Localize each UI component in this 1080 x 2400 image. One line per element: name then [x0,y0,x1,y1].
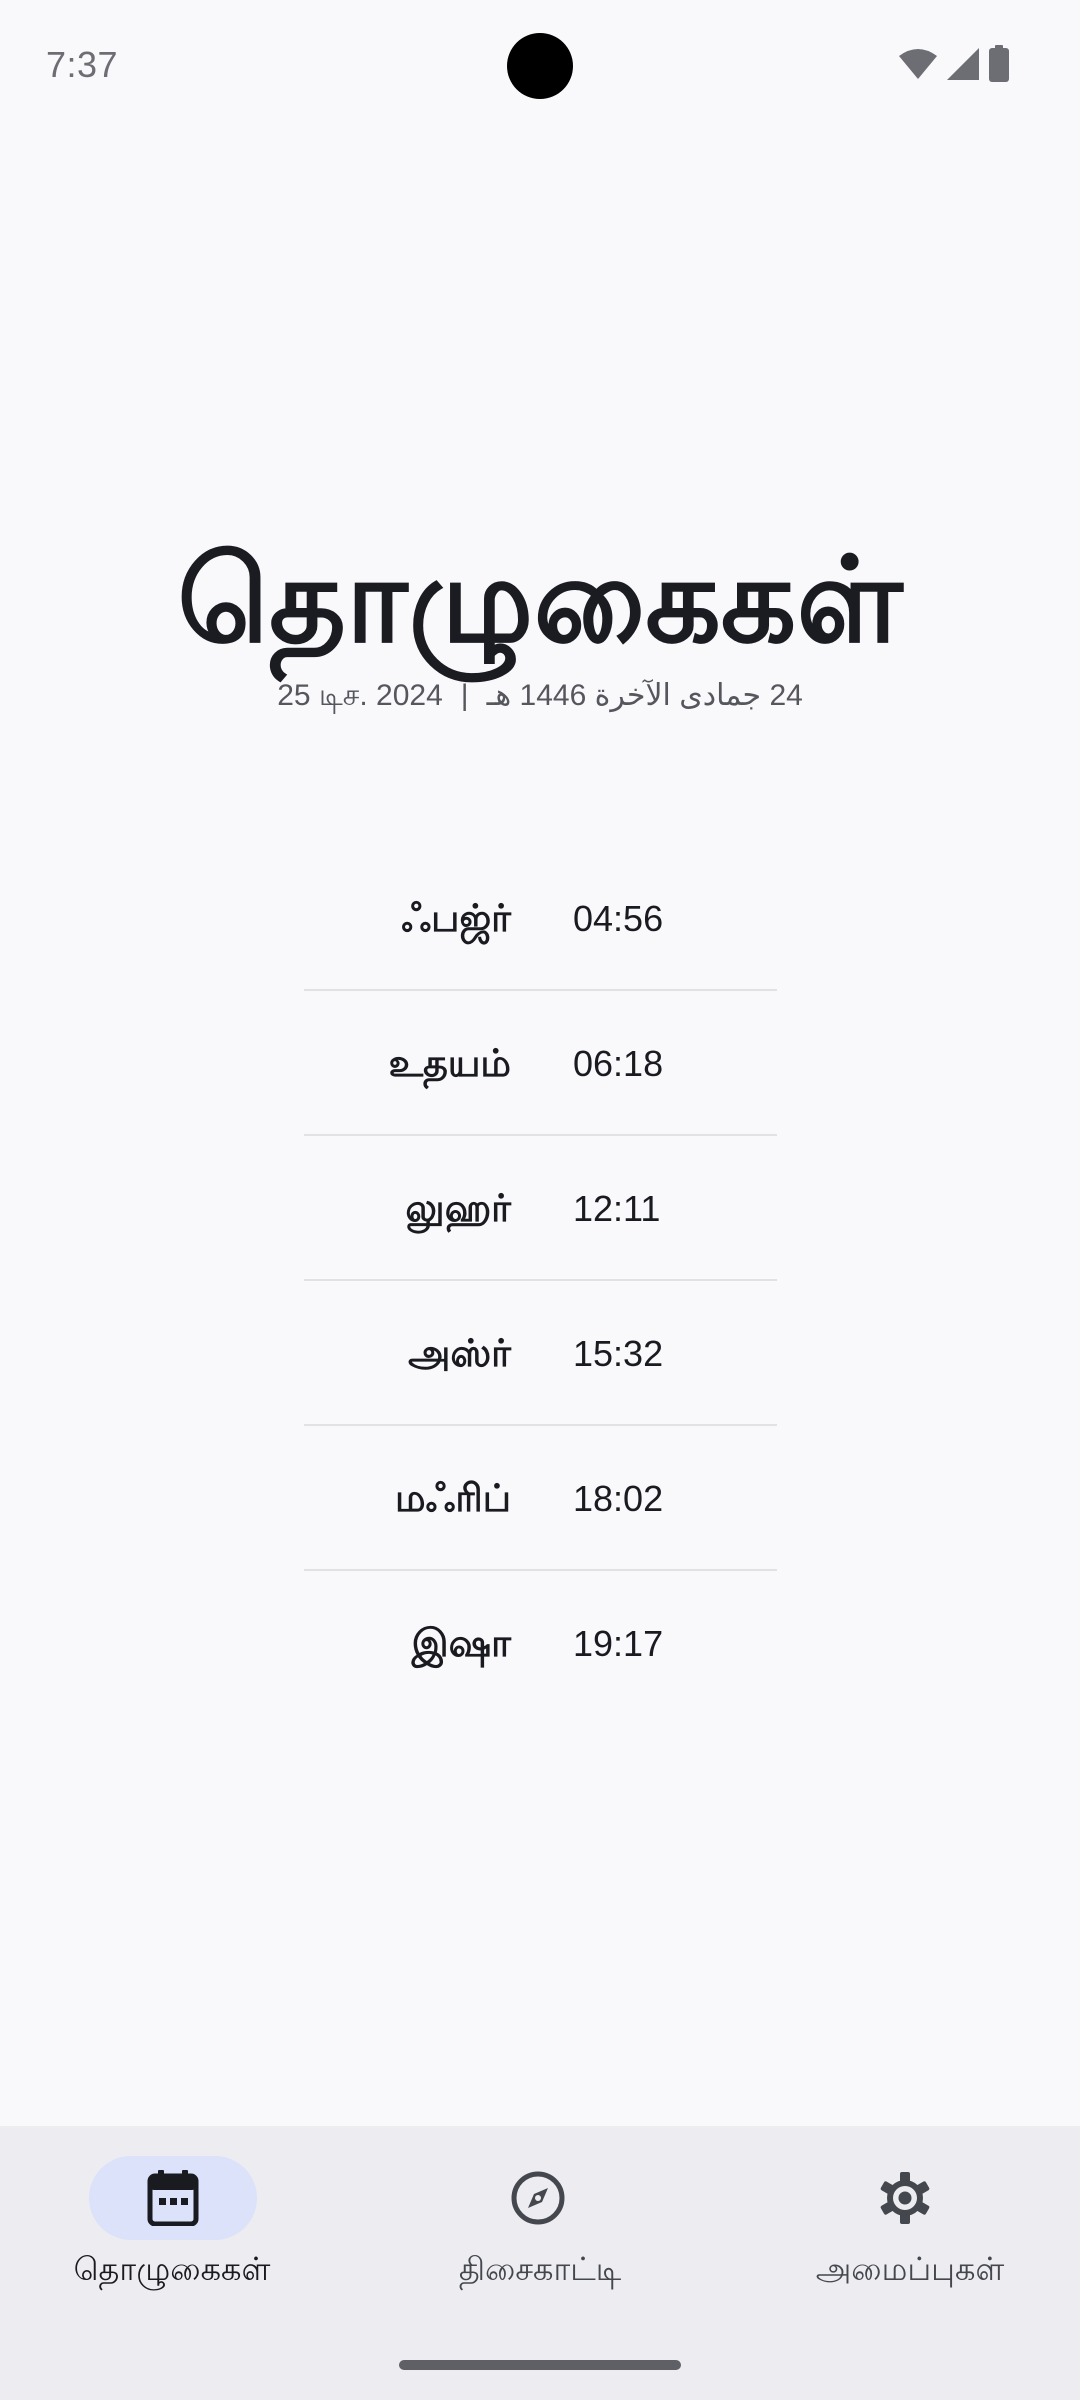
prayer-name: உதயம் [388,1041,511,1085]
status-bar: 7:37 [0,0,1080,132]
prayer-time: 12:11 [573,1188,661,1229]
bottom-navigation: தொழுகைகள் திசைகாட்டி அமைப்புகள் [0,2126,1080,2400]
prayer-name: ஃபஜ்ர் [401,896,511,940]
wifi-icon [898,48,938,80]
calendar-icon [141,2166,205,2230]
nav-label: தொழுகைகள் [73,2250,271,2288]
date-separator: | [460,679,469,712]
nav-label: அமைப்புகள் [815,2250,1005,2288]
prayer-time: 19:17 [573,1623,664,1664]
signal-icon [946,47,980,81]
prayer-row-maghrib: மஃரிப் 18:02 [304,1426,777,1571]
gregorian-date: 25 டிச. 2024 [277,679,443,712]
status-time: 7:37 [46,44,119,85]
gear-icon [873,2166,937,2230]
date-line: 25 டிச. 2024 | 24 جمادى الآخرة 1446 هـ [0,678,1080,717]
nav-item-settings[interactable]: அமைப்புகள் [720,2126,1080,2336]
prayer-time: 04:56 [573,898,664,939]
prayer-times-list: ஃபஜ்ர் 04:56 உதயம் 06:18 லுஹர் 12:11 அஸ்… [304,846,777,1716]
status-icons [898,44,1010,84]
prayer-name: லுஹர் [405,1186,511,1230]
prayer-name: அஸ்ர் [408,1331,511,1375]
nav-item-compass[interactable]: திசைகாட்டி [360,2126,720,2336]
prayer-time: 15:32 [573,1333,664,1374]
compass-icon [506,2166,570,2230]
page-title: தொழுகைகள் [177,531,903,669]
prayer-row-asr: அஸ்ர் 15:32 [304,1281,777,1426]
prayer-name: இஷா [411,1621,511,1665]
prayer-time: 18:02 [573,1478,664,1519]
prayer-row-fajr: ஃபஜ்ர் 04:56 [304,846,777,991]
nav-label: திசைகாட்டி [458,2250,622,2288]
prayer-row-isha: இஷா 19:17 [304,1571,777,1716]
battery-icon [988,45,1010,83]
camera-cutout [507,33,573,99]
prayer-name: மஃரிப் [394,1476,511,1520]
prayer-row-sunrise: உதயம் 06:18 [304,991,777,1136]
nav-item-prayers[interactable]: தொழுகைகள் [0,2126,360,2336]
prayer-time: 06:18 [573,1043,664,1084]
home-indicator[interactable] [399,2360,681,2370]
prayer-row-dhuhr: லுஹர் 12:11 [304,1136,777,1281]
hijri-date: 24 جمادى الآخرة 1446 هـ [486,679,803,712]
